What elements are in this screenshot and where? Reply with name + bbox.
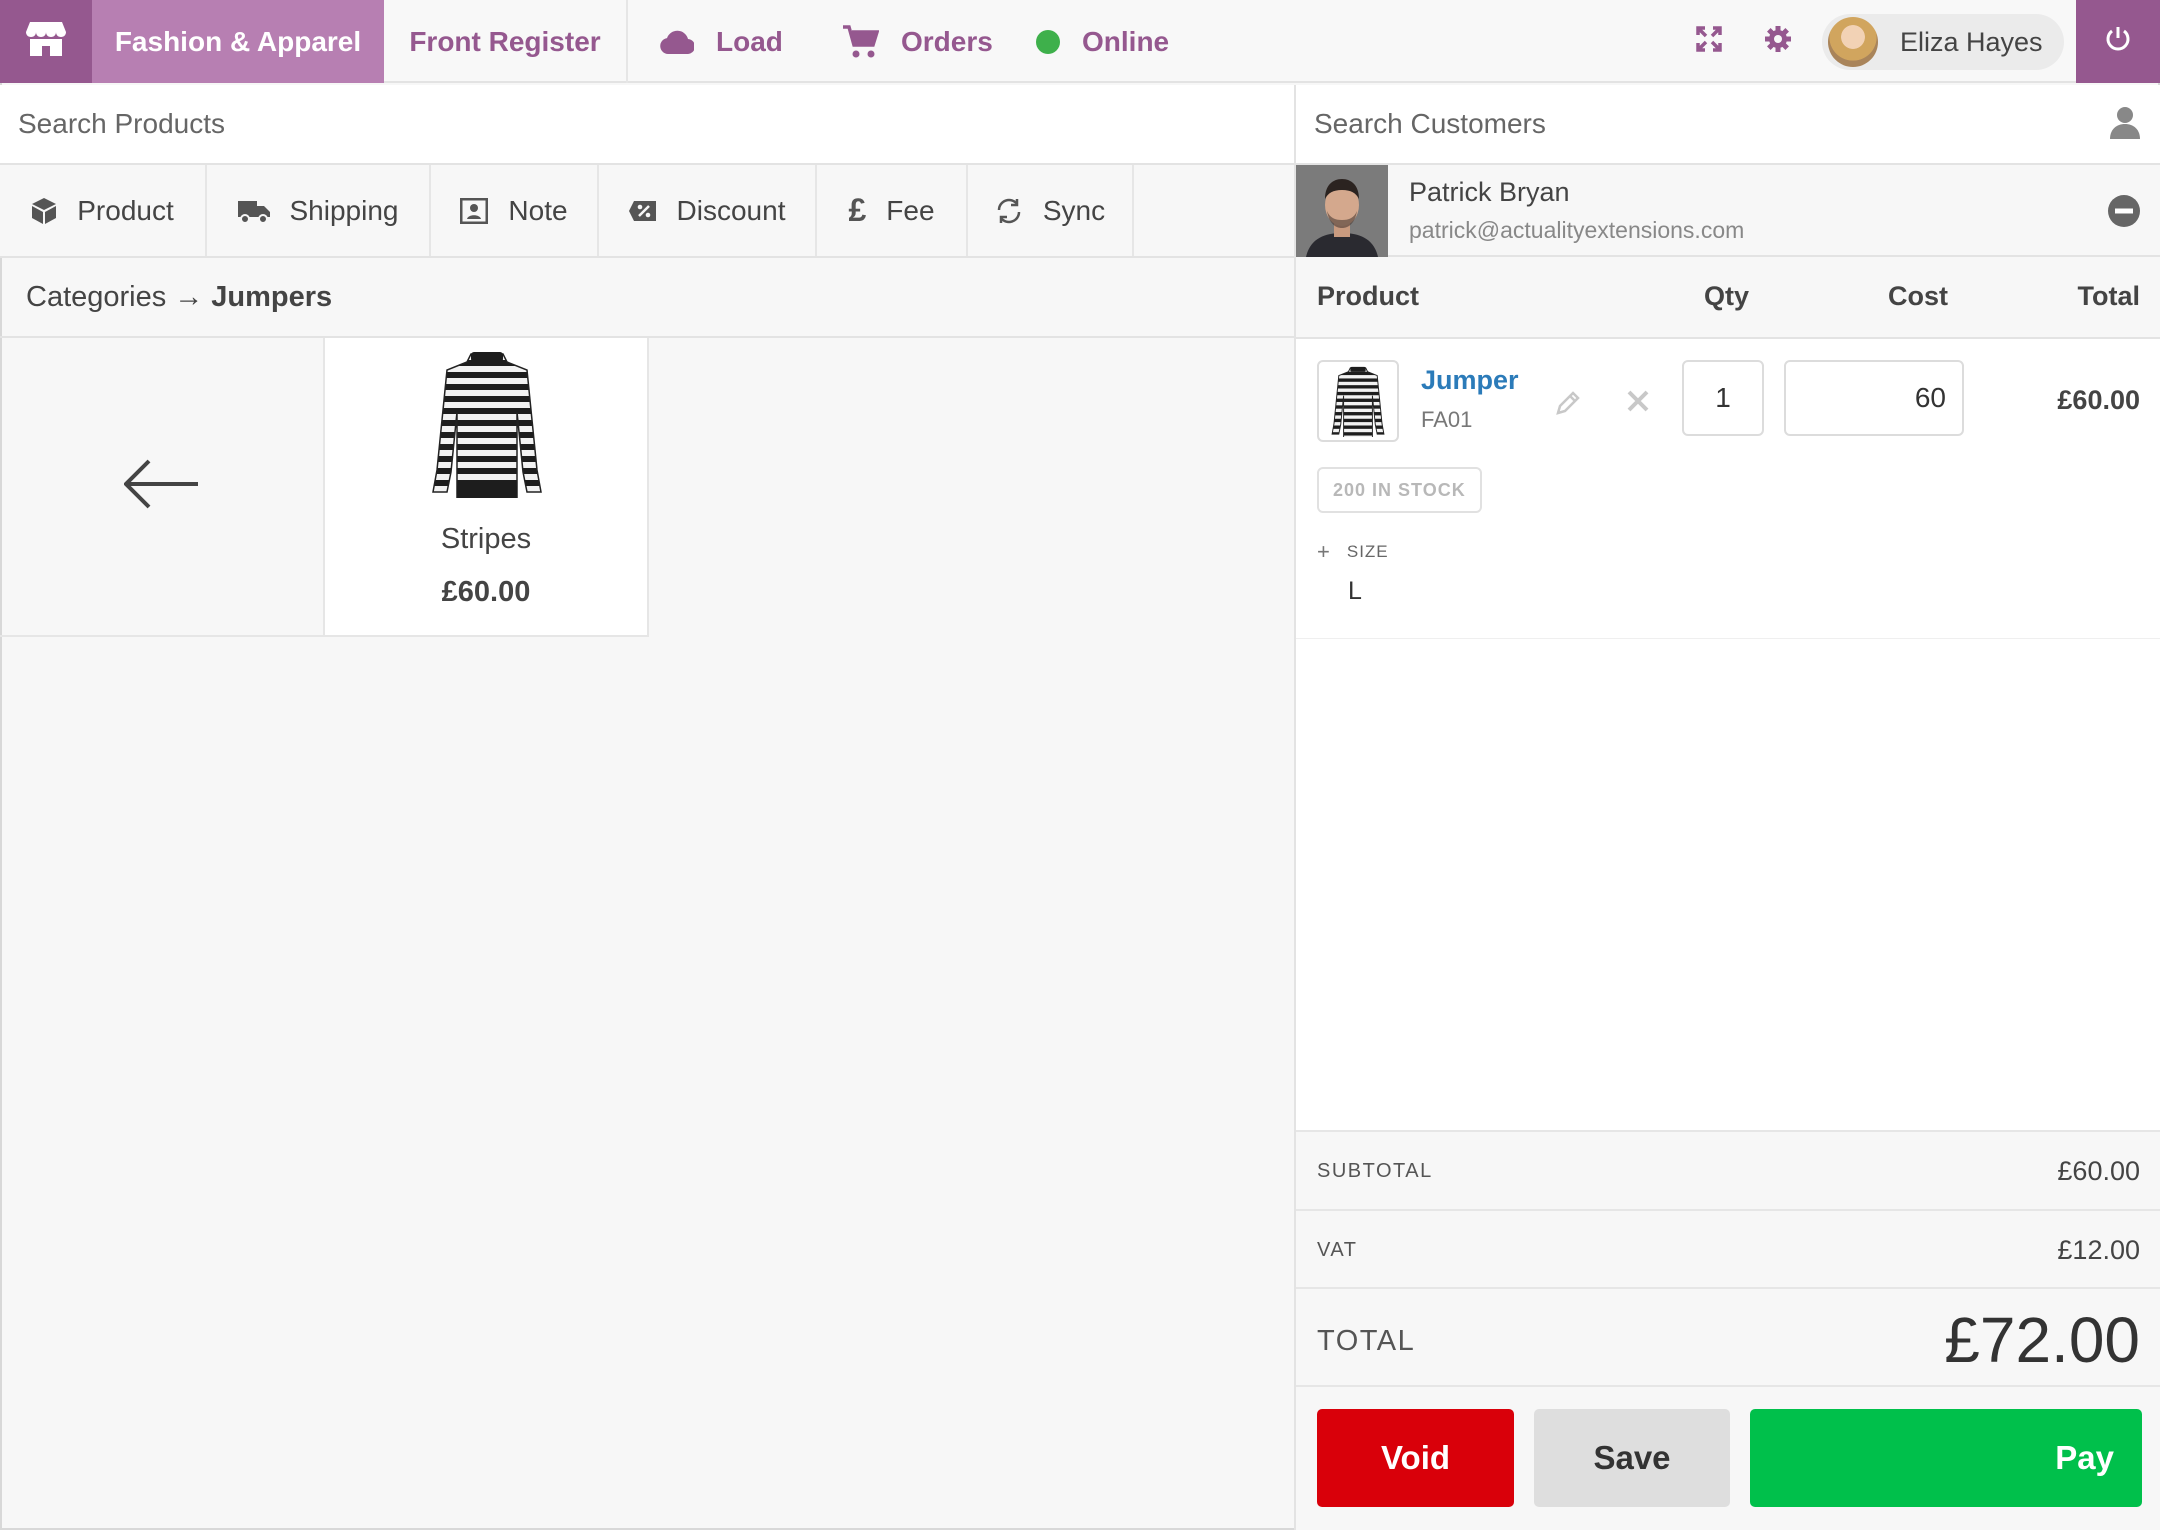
expand-icon	[1695, 25, 1723, 58]
breadcrumb-root[interactable]: Categories	[26, 281, 166, 314]
cube-icon	[31, 197, 57, 225]
close-icon	[1626, 390, 1650, 417]
pencil-icon	[1554, 391, 1582, 421]
total-label: TOTAL	[1317, 1325, 1416, 1357]
minus-circle-icon	[2108, 195, 2140, 231]
user-name: Eliza Hayes	[1900, 26, 2043, 57]
register-tab[interactable]: Front Register	[384, 0, 628, 83]
action-label-fee: Fee	[886, 194, 935, 226]
user-menu[interactable]: Eliza Hayes	[1822, 14, 2064, 70]
remove-customer-button[interactable]	[2108, 195, 2140, 232]
product-price: £60.00	[441, 576, 531, 608]
item-name-link[interactable]: Jumper	[1421, 365, 1519, 396]
shipping-button[interactable]: Shipping	[207, 165, 431, 256]
connection-status: Online	[1036, 0, 1169, 83]
action-label-shipping: Shipping	[289, 194, 399, 226]
breadcrumb-current: Jumpers	[211, 280, 333, 313]
customer-search-input[interactable]: Search Customers	[1296, 85, 2160, 165]
store-tab[interactable]: Fashion & Apparel	[92, 0, 384, 83]
customer-search-placeholder: Search Customers	[1314, 108, 1546, 139]
meta-label: SIZE	[1346, 542, 1389, 561]
online-status-dot	[1036, 29, 1060, 54]
add-product-button[interactable]: Product	[0, 165, 207, 256]
add-customer-icon[interactable]	[2110, 105, 2140, 146]
action-label-note: Note	[508, 194, 568, 226]
user-avatar	[1828, 17, 1878, 67]
col-cost: Cost	[1888, 281, 1948, 311]
pound-icon: £	[848, 192, 867, 228]
sync-button[interactable]: Sync	[968, 165, 1134, 256]
action-label-discount: Discount	[676, 194, 786, 226]
selected-customer: Patrick Bryan patrick@actualityextension…	[1296, 165, 2160, 257]
breadcrumb: Categories → Jumpers	[0, 258, 1294, 338]
subtotal-row: SUBTOTAL £60.00	[1296, 1130, 2160, 1209]
note-button[interactable]: Note	[431, 165, 599, 256]
gear-icon	[1764, 25, 1792, 58]
arrow-left-icon	[122, 459, 200, 514]
vat-value: £12.00	[2057, 1235, 2140, 1265]
back-button[interactable]	[0, 338, 325, 637]
product-search-input[interactable]: Search Products	[0, 85, 1294, 165]
edit-item-button[interactable]	[1554, 389, 1582, 422]
payment-actions: Void Save Pay	[1296, 1385, 2160, 1530]
discount-button[interactable]: Discount	[599, 165, 817, 256]
store-icon	[26, 20, 66, 63]
sync-icon	[995, 197, 1023, 225]
stock-badge: 200 IN STOCK	[1317, 467, 1482, 513]
vat-row: VAT £12.00	[1296, 1209, 2160, 1287]
quantity-input[interactable]: 1	[1682, 360, 1764, 436]
pay-button[interactable]: Pay	[1750, 1409, 2142, 1507]
cost-input[interactable]: 60	[1784, 360, 1964, 436]
fee-button[interactable]: £ Fee	[817, 165, 968, 256]
status-label: Online	[1082, 25, 1170, 57]
total-row: TOTAL £72.00	[1296, 1287, 2160, 1385]
orders-button[interactable]: Orders	[843, 0, 993, 83]
subtotal-label: SUBTOTAL	[1317, 1160, 1433, 1182]
col-product: Product	[1317, 281, 1420, 311]
note-icon	[460, 197, 489, 224]
total-value: £72.00	[1944, 1304, 2140, 1376]
power-icon	[2105, 25, 2131, 58]
cart-line-item: Jumper FA01 1 60 £60.00 200 IN STOCK + S…	[1296, 339, 2160, 639]
cart-icon	[843, 24, 879, 59]
meta-value: L	[1348, 577, 1362, 605]
col-total: Total	[2077, 281, 2141, 311]
plus-icon: +	[1317, 539, 1331, 564]
subtotal-value: £60.00	[2057, 1156, 2140, 1186]
breadcrumb-separator: →	[174, 280, 204, 313]
save-button[interactable]: Save	[1534, 1409, 1730, 1507]
discount-icon	[628, 199, 657, 223]
action-label-product: Product	[77, 194, 174, 226]
load-button[interactable]: Load	[660, 0, 783, 83]
settings-button[interactable]	[1753, 0, 1803, 83]
cloud-icon	[660, 30, 694, 54]
top-bar: Fashion & Apparel Front Register Load Or…	[0, 0, 2160, 83]
item-meta-toggle[interactable]: + SIZE	[1317, 539, 1389, 565]
item-total: £60.00	[2057, 385, 2140, 415]
col-qty: Qty	[1704, 281, 1750, 311]
customer-avatar	[1296, 165, 1388, 257]
home-button[interactable]	[0, 0, 92, 83]
remove-item-button[interactable]	[1626, 389, 1650, 418]
item-thumbnail	[1317, 360, 1399, 442]
truck-icon	[237, 199, 270, 223]
void-button[interactable]: Void	[1317, 1409, 1514, 1507]
cart-header: Product Qty Cost Total	[1296, 257, 2160, 339]
vat-label: VAT	[1317, 1239, 1358, 1261]
fullscreen-button[interactable]	[1684, 0, 1734, 83]
product-tile[interactable]: Stripes £60.00	[325, 338, 649, 637]
load-label: Load	[716, 25, 783, 57]
orders-label: Orders	[901, 25, 993, 57]
cart-panel: Search Customers Patrick Bryan patrick@a…	[1294, 85, 2160, 1530]
action-label-sync: Sync	[1042, 194, 1106, 226]
jumper-image	[431, 348, 543, 505]
product-name: Stripes	[440, 523, 532, 555]
logout-button[interactable]	[2076, 0, 2160, 83]
customer-name: Patrick Bryan	[1409, 177, 1570, 207]
action-toolbar: Product Shipping Note Discount £ Fee Syn…	[0, 165, 1294, 258]
item-sku: FA01	[1421, 407, 1473, 432]
customer-email: patrick@actualityextensions.com	[1409, 217, 1745, 243]
